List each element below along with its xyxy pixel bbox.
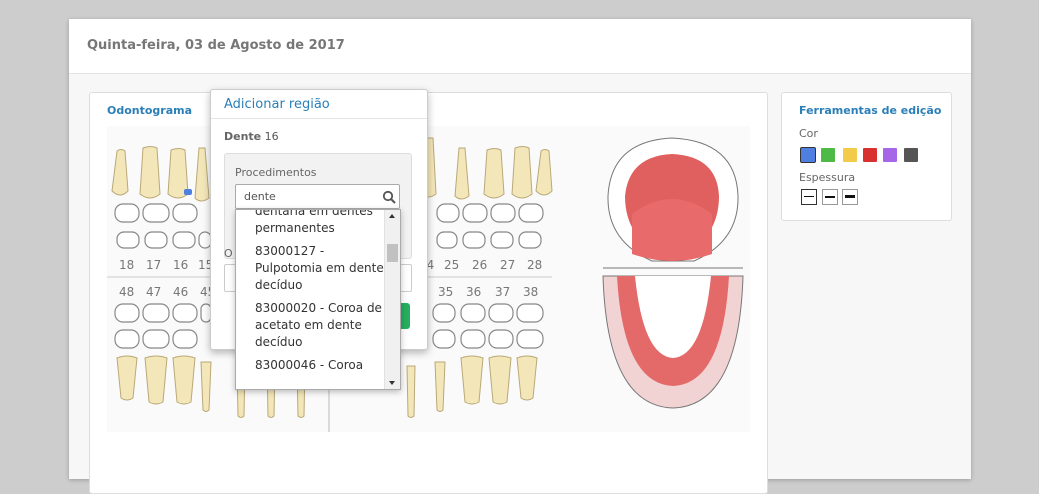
tooth-label-35: 35 [438, 285, 453, 299]
tooth-label-16: 16 [173, 258, 188, 272]
procedure-search-input[interactable] [235, 184, 400, 209]
tooth-label-28: 28 [527, 258, 542, 272]
search-icon[interactable] [382, 190, 396, 204]
odontogram-chart[interactable]: 18 17 16 15 24 25 26 27 28 48 47 46 45 3… [107, 126, 750, 432]
odontogram-panel: Odontograma 18 17 16 15 25 26 27 28 48 4… [89, 92, 768, 494]
edit-tools-title: Ferramentas de edição [799, 104, 942, 117]
procedure-option[interactable]: dentária em dentes permanentes [236, 210, 384, 237]
upper-buccal-left [116, 231, 212, 249]
upper-arch-diagram [607, 137, 739, 262]
popover-title: Adicionar região [224, 97, 330, 112]
thickness-label: Espessura [799, 171, 856, 184]
procedures-label: Procedimentos [235, 166, 317, 179]
marked-region-16 [184, 189, 192, 195]
tooth-info: Dente 16 [224, 130, 279, 143]
other-field-label: O [224, 247, 233, 260]
lower-arch-diagram [602, 275, 744, 409]
tooth-label-26: 26 [472, 258, 487, 272]
tooth-label-48: 48 [119, 285, 134, 299]
color-swatch-yellow[interactable] [843, 148, 857, 162]
lower-occlusal-right [432, 303, 544, 349]
procedure-results-dropdown[interactable]: dentária em dentes permanentes 83000127 … [235, 209, 401, 390]
tooth-number: 16 [264, 130, 279, 143]
color-swatch-gray[interactable] [904, 148, 918, 162]
scroll-thumb[interactable] [387, 244, 398, 262]
procedure-option[interactable]: 83000127 - Pulpotomia em dente decíduo [236, 243, 384, 294]
tooth-label-37: 37 [495, 285, 510, 299]
scroll-up-icon[interactable] [389, 214, 395, 218]
odontogram-title: Odontograma [107, 104, 193, 117]
tooth-label: Dente [224, 130, 262, 143]
procedure-results-list: dentária em dentes permanentes 83000127 … [236, 210, 384, 380]
popover-header: Adicionar região [211, 90, 427, 119]
procedure-option[interactable]: 83000046 - Coroa [236, 357, 384, 374]
color-swatch-green[interactable] [821, 148, 835, 162]
tooth-label-47: 47 [146, 285, 161, 299]
thickness-thick-button[interactable] [842, 189, 858, 205]
page-title: Quinta-feira, 03 de Agosto de 2017 [87, 38, 345, 53]
teeth-illustration[interactable]: 18 17 16 15 24 25 26 27 28 48 47 46 45 3… [107, 126, 750, 432]
tooth-label-46: 46 [173, 285, 188, 299]
results-scrollbar[interactable] [384, 210, 400, 389]
color-label: Cor [799, 127, 818, 140]
tooth-label-17: 17 [146, 258, 161, 272]
color-swatch-purple[interactable] [883, 148, 897, 162]
card-header: Quinta-feira, 03 de Agosto de 2017 [69, 19, 971, 74]
tooth-label-27: 27 [500, 258, 515, 272]
main-card: Quinta-feira, 03 de Agosto de 2017 Odont… [69, 19, 971, 494]
color-swatch-blue[interactable] [801, 148, 815, 162]
upper-roots-left [111, 146, 210, 202]
upper-buccal-right [436, 231, 542, 249]
upper-occlusal-right [436, 203, 544, 223]
card-body: Odontograma 18 17 16 15 25 26 27 28 48 4… [69, 74, 971, 494]
thickness-thin-button[interactable] [801, 189, 817, 205]
color-swatch-red[interactable] [863, 148, 877, 162]
upper-occlusal-left [114, 203, 198, 223]
scroll-down-icon[interactable] [389, 381, 395, 385]
tooth-label-18: 18 [119, 258, 134, 272]
lower-occlusal-left [114, 303, 212, 349]
tooth-label-36: 36 [466, 285, 481, 299]
thickness-medium-button[interactable] [822, 189, 838, 205]
tooth-label-38: 38 [523, 285, 538, 299]
upper-roots-right [422, 137, 553, 200]
edit-tools-panel: Ferramentas de edição Cor Espessura [781, 92, 952, 221]
procedure-option[interactable]: 83000020 - Coroa de acetato em dente dec… [236, 300, 384, 351]
tooth-label-25: 25 [444, 258, 459, 272]
